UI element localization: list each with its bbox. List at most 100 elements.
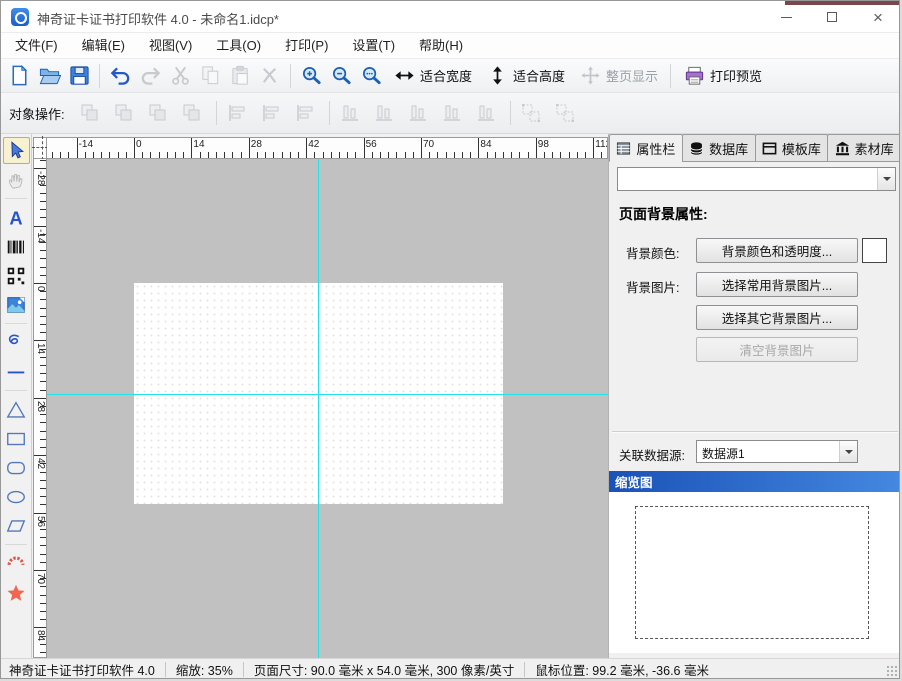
ruler-tick (323, 152, 324, 158)
ruler-label: 84 (480, 139, 491, 150)
print-preview-button[interactable]: 打印预览 (676, 62, 769, 90)
menu-help[interactable]: 帮助(H) (407, 33, 475, 58)
ruler-tick (347, 152, 348, 158)
menu-file[interactable]: 文件(F) (3, 33, 70, 58)
ruler-tick (40, 480, 46, 481)
new-document-button[interactable] (4, 62, 34, 90)
status-separator (165, 662, 166, 677)
rounded-rect-icon (5, 457, 27, 479)
distribute-v-button[interactable] (471, 99, 501, 127)
text-tool[interactable]: A (3, 204, 30, 231)
ruler-tick (601, 152, 602, 158)
delete-button[interactable] (255, 62, 285, 90)
whole-page-button[interactable]: 整页显示 (572, 62, 665, 90)
copy-button[interactable] (195, 62, 225, 90)
copy-icon (199, 64, 222, 87)
ruler-tick (257, 152, 258, 158)
tab-properties[interactable]: 属性栏 (609, 134, 683, 162)
chevron-down-icon[interactable] (839, 441, 857, 462)
paste-icon (229, 64, 252, 87)
tab-templates[interactable]: 模板库 (755, 134, 829, 162)
background-color-swatch[interactable] (862, 238, 887, 263)
ruler-label: 70 (423, 139, 434, 150)
align-left-button[interactable] (222, 99, 252, 127)
menu-settings[interactable]: 设置(T) (340, 33, 407, 58)
cut-button[interactable] (165, 62, 195, 90)
datasource-combo[interactable]: 数据源1 (696, 440, 858, 463)
zoom-in-icon (300, 64, 323, 87)
chevron-down-icon[interactable] (877, 168, 895, 190)
fit-height-button[interactable]: 适合高度 (479, 62, 572, 90)
bring-forward-button[interactable] (143, 99, 173, 127)
ungroup-button[interactable] (550, 99, 580, 127)
image-tool[interactable] (3, 291, 30, 318)
seal-tool[interactable] (3, 550, 30, 577)
distribute-h-button[interactable] (437, 99, 467, 127)
tab-template-icon (762, 141, 777, 156)
menu-print[interactable]: 打印(P) (273, 33, 340, 58)
select-common-background-button[interactable]: 选择常用背景图片... (696, 272, 858, 297)
tab-materials[interactable]: 素材库 (827, 134, 900, 162)
send-backward-button[interactable] (177, 99, 207, 127)
ruler-tick (40, 275, 46, 276)
qrcode-tool[interactable] (3, 262, 30, 289)
barcode-tool[interactable] (3, 233, 30, 260)
menu-edit[interactable]: 编辑(E) (70, 33, 137, 58)
redo-button[interactable] (135, 62, 165, 90)
clear-background-button[interactable]: 清空背景图片 (696, 337, 858, 362)
menu-tools[interactable]: 工具(O) (204, 33, 273, 58)
zoom-in-button[interactable] (296, 62, 326, 90)
rectangle-tool[interactable] (3, 425, 30, 452)
ruler-tick (93, 152, 94, 158)
paste-button[interactable] (225, 62, 255, 90)
select-tool[interactable] (3, 137, 30, 164)
ruler-label: 42 (35, 458, 46, 469)
select-other-background-button[interactable]: 选择其它背景图片... (696, 305, 858, 330)
align-right-button[interactable] (290, 99, 320, 127)
close-button[interactable]: × (855, 1, 900, 33)
ruler-tick (40, 316, 46, 317)
fit-width-button[interactable]: 适合宽度 (386, 62, 479, 90)
align-top-button[interactable] (335, 99, 365, 127)
star-tool[interactable] (3, 579, 30, 606)
vertical-ruler: -28-140142842567084 (33, 159, 47, 658)
align-bottom-button[interactable] (403, 99, 433, 127)
obj-layers-icon (78, 101, 102, 125)
zoom-out-button[interactable] (326, 62, 356, 90)
object-selector-combo[interactable] (617, 167, 896, 191)
menu-view[interactable]: 视图(V) (137, 33, 204, 58)
ruler-tick (34, 513, 46, 514)
zoom-out-icon (330, 64, 353, 87)
ruler-tick (40, 644, 46, 645)
align-middle-button[interactable] (369, 99, 399, 127)
page-background-title: 页面背景属性: (619, 204, 708, 224)
ruler-tick (40, 324, 46, 325)
hand-tool[interactable] (3, 166, 30, 193)
send-to-back-button[interactable] (109, 99, 139, 127)
save-button[interactable] (64, 62, 94, 90)
bring-to-front-button[interactable] (75, 99, 105, 127)
parallelogram-tool[interactable] (3, 512, 30, 539)
triangle-tool[interactable] (3, 396, 30, 423)
ellipse-tool[interactable] (3, 483, 30, 510)
minimize-button[interactable] (763, 1, 809, 33)
redo-icon (139, 64, 162, 87)
background-color-button[interactable]: 背景颜色和透明度... (696, 238, 858, 263)
tab-database[interactable]: 数据库 (682, 134, 756, 162)
zoom-ratio-button[interactable] (356, 62, 386, 90)
obj-align-h-icon (225, 101, 249, 125)
curve-tool[interactable] (3, 329, 30, 356)
rounded-rect-tool[interactable] (3, 454, 30, 481)
design-canvas[interactable] (47, 159, 608, 658)
group-button[interactable] (516, 99, 546, 127)
resize-grip[interactable] (886, 665, 899, 678)
ruler-tick (40, 619, 46, 620)
maximize-button[interactable] (809, 1, 855, 33)
ruler-tick (40, 537, 46, 538)
line-tool[interactable] (3, 358, 30, 385)
undo-button[interactable] (105, 62, 135, 90)
align-center-button[interactable] (256, 99, 286, 127)
tab-materials-label: 素材库 (855, 139, 894, 158)
open-document-button[interactable] (34, 62, 64, 90)
ruler-tick (536, 138, 537, 158)
